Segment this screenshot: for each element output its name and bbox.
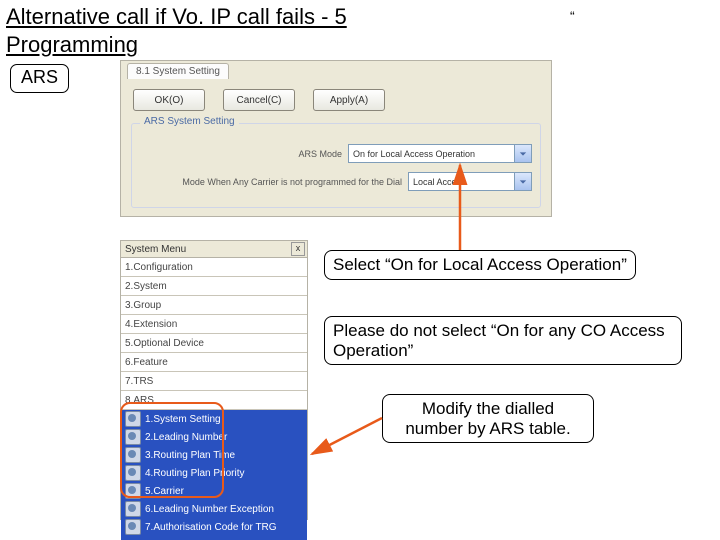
system-menu-panel: System Menu x 1.Configuration 2.System 3… <box>120 240 308 520</box>
node-icon <box>125 483 141 499</box>
submenu-carrier[interactable]: 5.Carrier <box>125 482 303 500</box>
menu-item-ars[interactable]: 8.ARS <box>121 391 307 410</box>
submenu-label: 5.Carrier <box>145 486 184 497</box>
node-icon <box>125 519 141 535</box>
field-row-carrier-mode: Mode When Any Carrier is not programmed … <box>142 172 532 191</box>
system-setting-panel: 8.1 System Setting OK(O) Cancel(C) Apply… <box>120 60 552 217</box>
page-title: Alternative call if Vo. IP call fails - … <box>6 4 347 30</box>
page-subtitle: Programming <box>6 32 138 58</box>
ars-system-setting-group: ARS System Setting ARS Mode On for Local… <box>131 123 541 208</box>
node-icon <box>125 501 141 517</box>
tab-system-setting[interactable]: 8.1 System Setting <box>127 63 229 79</box>
submenu-label: 1.System Setting <box>145 414 221 425</box>
chevron-down-icon <box>514 145 531 162</box>
system-menu-header: System Menu x <box>121 241 307 258</box>
cancel-button[interactable]: Cancel(C) <box>223 89 295 111</box>
callout-do-not-select: Please do not select “On for any CO Acce… <box>324 316 682 365</box>
menu-item-optional-device[interactable]: 5.Optional Device <box>121 334 307 353</box>
ok-button[interactable]: OK(O) <box>133 89 205 111</box>
menu-item-trs[interactable]: 7.TRS <box>121 372 307 391</box>
dropdown-ars-mode[interactable]: On for Local Access Operation <box>348 144 532 163</box>
callout-select-local-access: Select “On for Local Access Operation” <box>324 250 636 280</box>
node-icon <box>125 429 141 445</box>
menu-item-extension[interactable]: 4.Extension <box>121 315 307 334</box>
apply-button[interactable]: Apply(A) <box>313 89 385 111</box>
field-row-ars-mode: ARS Mode On for Local Access Operation <box>142 144 532 163</box>
ars-tag: ARS <box>10 64 69 93</box>
label-carrier-mode: Mode When Any Carrier is not programmed … <box>142 177 408 187</box>
submenu-authorisation-code[interactable]: 7.Authorisation Code for TRG <box>125 518 303 536</box>
submenu-label: 6.Leading Number Exception <box>145 504 274 515</box>
slide-page: Alternative call if Vo. IP call fails - … <box>0 0 720 540</box>
submenu-leading-number[interactable]: 2.Leading Number <box>125 428 303 446</box>
menu-item-feature[interactable]: 6.Feature <box>121 353 307 372</box>
submenu-routing-plan-time[interactable]: 3.Routing Plan Time <box>125 446 303 464</box>
node-icon <box>125 465 141 481</box>
submenu-label: 7.Authorisation Code for TRG <box>145 522 277 533</box>
dialog-button-row: OK(O) Cancel(C) Apply(A) <box>133 89 385 111</box>
dropdown-carrier-mode-value: Local Access <box>413 177 466 187</box>
ars-submenu: 1.System Setting 2.Leading Number 3.Rout… <box>121 410 307 540</box>
submenu-label: 2.Leading Number <box>145 432 227 443</box>
submenu-system-setting[interactable]: 1.System Setting <box>125 410 303 428</box>
dropdown-carrier-mode[interactable]: Local Access <box>408 172 532 191</box>
stray-quote-mark: “ <box>570 8 575 24</box>
menu-item-system[interactable]: 2.System <box>121 277 307 296</box>
group-legend: ARS System Setting <box>140 116 239 127</box>
submenu-label: 3.Routing Plan Time <box>145 450 235 461</box>
label-ars-mode: ARS Mode <box>142 149 348 159</box>
menu-item-configuration[interactable]: 1.Configuration <box>121 258 307 277</box>
submenu-label: 4.Routing Plan Priority <box>145 468 245 479</box>
menu-item-group[interactable]: 3.Group <box>121 296 307 315</box>
submenu-routing-plan-priority[interactable]: 4.Routing Plan Priority <box>125 464 303 482</box>
node-icon <box>125 447 141 463</box>
close-icon[interactable]: x <box>291 242 305 256</box>
node-icon <box>125 411 141 427</box>
callout-modify-dialled-number: Modify the dialled number by ARS table. <box>382 394 594 443</box>
submenu-leading-number-exception[interactable]: 6.Leading Number Exception <box>125 500 303 518</box>
chevron-down-icon <box>514 173 531 190</box>
dropdown-ars-mode-value: On for Local Access Operation <box>353 149 475 159</box>
system-menu-title: System Menu <box>125 244 186 255</box>
